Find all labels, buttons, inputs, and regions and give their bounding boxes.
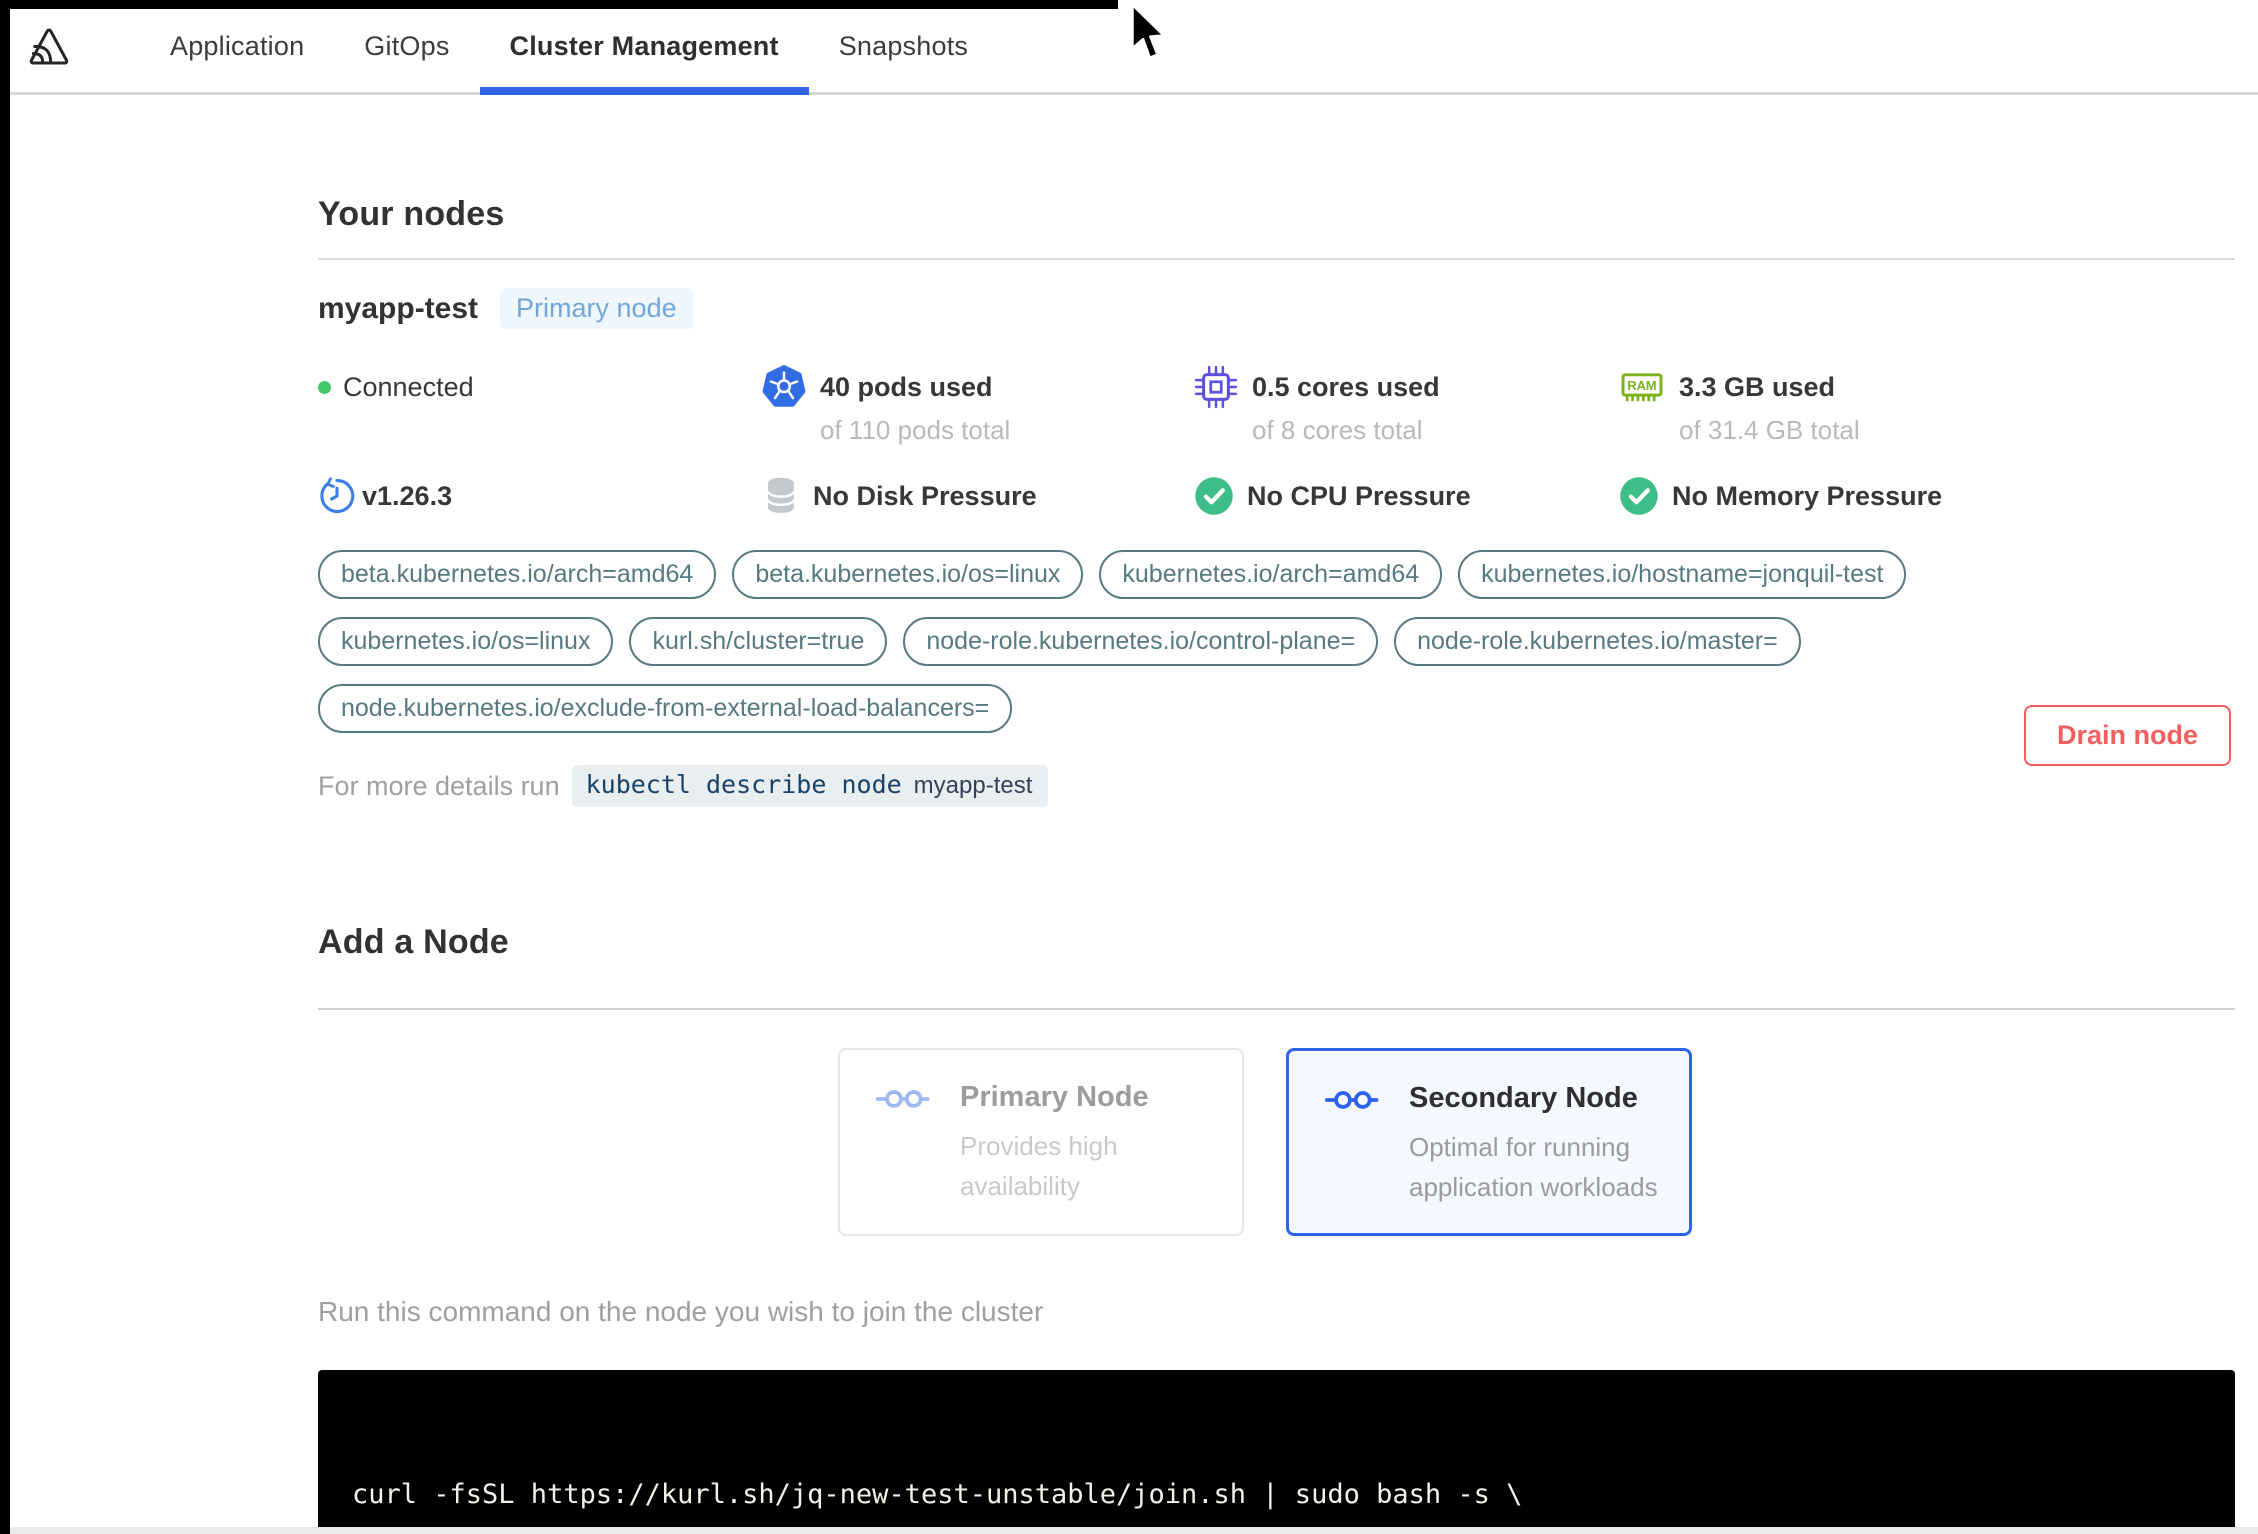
disk-pressure-label: No Disk Pressure	[813, 480, 1037, 511]
kubectl-command: kubectl describe node	[585, 770, 902, 799]
screen-edge-left	[0, 0, 10, 1534]
nav-tabs: Application GitOps Cluster Management Sn…	[140, 0, 998, 95]
join-instruction: Run this command on the node you wish to…	[318, 1296, 1044, 1327]
node-label-pill: kubernetes.io/hostname=jonquil-test	[1458, 550, 1907, 599]
app-logo-icon	[29, 28, 69, 65]
memory-total-label: of 31.4 GB total	[1679, 415, 1860, 445]
cpu-pressure-label: No CPU Pressure	[1247, 480, 1471, 511]
your-nodes-section: Your nodes myapp-test Primary node Conne…	[318, 95, 2235, 807]
kubectl-command-chip: kubectl describe node myapp-test	[571, 765, 1049, 807]
node-type-options: Primary Node Provides high availability	[838, 1048, 2235, 1236]
cpu-icon	[1194, 365, 1238, 409]
your-nodes-title: Your nodes	[318, 195, 505, 233]
node-card: myapp-test Primary node Connected 40 pod…	[318, 260, 2235, 807]
screen-edge-top	[0, 0, 1118, 9]
pods-total-label: of 110 pods total	[820, 415, 1011, 445]
check-circle-icon	[1620, 477, 1658, 515]
join-command-terminal[interactable]: curl -fsSL https://kurl.sh/jq-new-test-u…	[318, 1370, 2235, 1534]
ram-icon: RAM	[1621, 373, 1663, 402]
version-icon	[320, 477, 355, 513]
node-link-icon	[876, 1090, 930, 1108]
tab-snapshots[interactable]: Snapshots	[809, 0, 998, 92]
node-label-pill: kubernetes.io/os=linux	[318, 617, 614, 666]
terminal-line: curl -fsSL https://kurl.sh/jq-new-test-u…	[352, 1479, 1523, 1510]
section-divider	[318, 1008, 2235, 1010]
tab-cluster-management[interactable]: Cluster Management	[479, 0, 809, 95]
memory-pressure-condition: No Memory Pressure	[1619, 476, 2235, 516]
cores-stat: 0.5 cores used of 8 cores total	[1194, 365, 1619, 446]
node-name: myapp-test	[318, 291, 479, 325]
pods-stat: 40 pods used of 110 pods total	[762, 365, 1194, 446]
screenshot-frame: Application GitOps Cluster Management Sn…	[0, 0, 2258, 1534]
svg-text:RAM: RAM	[1627, 378, 1656, 393]
tab-application[interactable]: Application	[140, 0, 334, 92]
disk-pressure-condition: No Disk Pressure	[762, 476, 1194, 516]
secondary-node-option[interactable]: Secondary Node Optimal for running appli…	[1286, 1048, 1692, 1236]
kubectl-command-node-name: myapp-test	[913, 772, 1033, 799]
node-label-pill: node-role.kubernetes.io/master=	[1394, 617, 1801, 666]
memory-used-label: 3.3 GB used	[1679, 372, 1836, 402]
check-circle-icon	[1195, 477, 1233, 515]
memory-pressure-label: No Memory Pressure	[1672, 480, 1943, 511]
node-details-line: For more details run kubectl describe no…	[318, 765, 2235, 807]
node-label-pill: beta.kubernetes.io/arch=amd64	[318, 550, 717, 599]
secondary-node-option-title: Secondary Node	[1409, 1082, 1638, 1114]
pods-used-label: 40 pods used	[820, 372, 993, 402]
primary-node-badge: Primary node	[500, 288, 693, 329]
node-label-pill: node.kubernetes.io/exclude-from-external…	[318, 684, 1013, 733]
node-version-label: v1.26.3	[362, 480, 453, 511]
app-logo	[28, 0, 70, 92]
add-node-title: Add a Node	[318, 923, 509, 961]
cores-used-label: 0.5 cores used	[1252, 372, 1440, 402]
primary-node-option-title: Primary Node	[960, 1081, 1149, 1113]
node-status: Connected	[318, 365, 762, 409]
mouse-cursor-icon	[1128, 3, 1168, 68]
kubernetes-icon	[762, 365, 806, 407]
primary-node-option[interactable]: Primary Node Provides high availability	[838, 1048, 1244, 1236]
drain-node-button[interactable]: Drain node	[2023, 705, 2231, 766]
screen-edge-bottom	[10, 1527, 2258, 1534]
node-label-pill: beta.kubernetes.io/os=linux	[732, 550, 1084, 599]
node-label-pill: kurl.sh/cluster=true	[629, 617, 888, 666]
disk-icon	[766, 477, 796, 514]
node-labels: beta.kubernetes.io/arch=amd64 beta.kuber…	[318, 550, 1988, 733]
node-label-pill: node-role.kubernetes.io/control-plane=	[903, 617, 1379, 666]
add-node-section: Add a Node Primary Node Provides high av…	[318, 807, 2235, 1534]
tab-gitops[interactable]: GitOps	[334, 0, 479, 92]
cpu-pressure-condition: No CPU Pressure	[1194, 476, 1619, 516]
memory-stat: RAM 3.3 GB used of 31.4 GB total	[1619, 365, 2235, 446]
connected-dot-icon	[318, 380, 331, 394]
details-prefix: For more details run	[318, 770, 560, 801]
secondary-node-option-subtitle: Optimal for running application workload…	[1409, 1132, 1658, 1202]
node-status-label: Connected	[343, 371, 474, 402]
primary-node-option-subtitle: Provides high availability	[960, 1131, 1118, 1201]
node-label-pill: kubernetes.io/arch=amd64	[1099, 550, 1443, 599]
cores-total-label: of 8 cores total	[1252, 415, 1423, 445]
node-link-icon	[1325, 1091, 1379, 1109]
node-version: v1.26.3	[318, 476, 762, 516]
